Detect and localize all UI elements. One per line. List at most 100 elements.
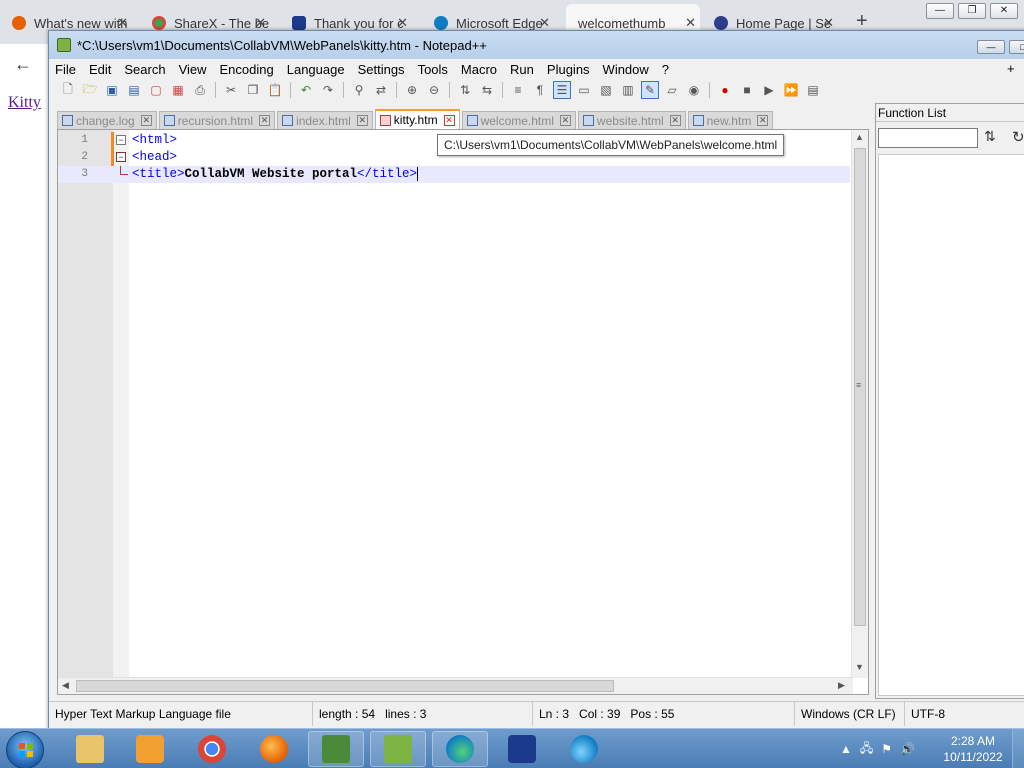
- save-all-icon[interactable]: ▤: [125, 81, 143, 99]
- copy-icon[interactable]: ❐: [244, 81, 262, 99]
- sort-icon[interactable]: ⇅: [984, 128, 996, 145]
- new-file-icon[interactable]: 🗋: [59, 81, 77, 99]
- undo-icon[interactable]: ↶: [297, 81, 315, 99]
- print-icon[interactable]: ⎙: [191, 81, 209, 99]
- save-macro-icon[interactable]: ▤: [804, 81, 822, 99]
- document-map-icon[interactable]: ▧: [597, 81, 615, 99]
- add-icon[interactable]: +: [1007, 61, 1015, 76]
- scroll-right-icon[interactable]: ▶: [838, 680, 845, 691]
- show-hidden-icons-icon[interactable]: ▲: [840, 742, 852, 756]
- taskbar-media-player[interactable]: [122, 731, 178, 767]
- system-clock[interactable]: 2:28 AM 10/11/2022: [938, 733, 1008, 765]
- doc-tab[interactable]: website.html ✕: [577, 111, 686, 129]
- scroll-up-icon[interactable]: ▲: [855, 132, 864, 142]
- find-icon[interactable]: ⚲: [350, 81, 368, 99]
- redo-icon[interactable]: ↷: [319, 81, 337, 99]
- window-title-bar[interactable]: *C:\Users\vm1\Documents\CollabVM\WebPane…: [49, 31, 1024, 59]
- cut-icon[interactable]: ✂: [222, 81, 240, 99]
- minimize-button[interactable]: —: [926, 3, 954, 19]
- menu-language[interactable]: Language: [287, 62, 345, 77]
- menu-file[interactable]: File: [55, 62, 76, 77]
- function-list-tree[interactable]: [878, 154, 1024, 696]
- volume-icon[interactable]: 🔊: [900, 742, 915, 756]
- doc-tab[interactable]: recursion.html ✕: [158, 111, 276, 129]
- scroll-down-icon[interactable]: ▼: [855, 662, 864, 672]
- folder-icon[interactable]: ▱: [663, 81, 681, 99]
- close-tab-icon[interactable]: ✕: [669, 115, 681, 126]
- replace-icon[interactable]: ⇄: [372, 81, 390, 99]
- fold-collapse-icon[interactable]: −: [116, 152, 126, 162]
- folder-as-workspace-icon[interactable]: ✎: [641, 81, 659, 99]
- paste-icon[interactable]: 📋: [266, 81, 284, 99]
- play-macro-icon[interactable]: ▶: [760, 81, 778, 99]
- close-tab-icon[interactable]: ✕: [443, 114, 455, 126]
- menu-tools[interactable]: Tools: [418, 62, 448, 77]
- taskbar-malwarebytes[interactable]: [494, 731, 550, 767]
- taskbar-edge-beta[interactable]: [556, 731, 612, 767]
- run-macro-multiple-icon[interactable]: ⏩: [782, 81, 800, 99]
- close-icon[interactable]: ✕: [685, 15, 696, 31]
- close-tab-icon[interactable]: ✕: [259, 115, 271, 126]
- menu-encoding[interactable]: Encoding: [220, 62, 274, 77]
- menu-view[interactable]: View: [179, 62, 207, 77]
- close-icon[interactable]: ✕: [117, 15, 128, 31]
- fold-collapse-icon[interactable]: −: [116, 135, 126, 145]
- define-language-icon[interactable]: ▭: [575, 81, 593, 99]
- status-encoding[interactable]: UTF-8: [905, 702, 1024, 726]
- doc-tab[interactable]: index.html ✕: [277, 111, 373, 129]
- word-wrap-icon[interactable]: ≡: [509, 81, 527, 99]
- close-icon[interactable]: ✕: [255, 15, 266, 31]
- close-all-icon[interactable]: ▦: [169, 81, 187, 99]
- taskbar-notepad-plus-plus[interactable]: [370, 731, 426, 767]
- reload-icon[interactable]: ↻: [1012, 128, 1024, 146]
- zoom-out-icon[interactable]: ⊖: [425, 81, 443, 99]
- sync-horizontal-icon[interactable]: ⇆: [478, 81, 496, 99]
- minimize-button[interactable]: —: [977, 40, 1005, 54]
- record-macro-icon[interactable]: ●: [716, 81, 734, 99]
- menu-search[interactable]: Search: [124, 62, 165, 77]
- horizontal-scrollbar[interactable]: ◀ ▶: [58, 677, 853, 694]
- menu-run[interactable]: Run: [510, 62, 534, 77]
- network-icon[interactable]: 🖧: [860, 739, 873, 760]
- back-arrow-icon[interactable]: ←: [14, 54, 32, 75]
- close-icon[interactable]: ✕: [397, 15, 408, 31]
- show-all-chars-icon[interactable]: ¶: [531, 81, 549, 99]
- menu-edit[interactable]: Edit: [89, 62, 111, 77]
- scroll-thumb[interactable]: [76, 680, 614, 692]
- code-line-current[interactable]: 3 <title>CollabVM Website portal</title>: [58, 166, 850, 183]
- taskbar-edge[interactable]: [432, 731, 488, 767]
- close-button[interactable]: ✕: [990, 3, 1018, 19]
- taskbar-firefox[interactable]: [246, 731, 302, 767]
- action-center-flag-icon[interactable]: ⚑: [881, 742, 892, 756]
- close-icon[interactable]: ✕: [823, 15, 834, 31]
- show-desktop-button[interactable]: [1012, 729, 1024, 768]
- open-file-icon[interactable]: 🗁: [81, 81, 99, 99]
- menu-settings[interactable]: Settings: [358, 62, 405, 77]
- close-tab-icon[interactable]: ✕: [140, 115, 152, 126]
- taskbar-chrome[interactable]: [184, 731, 240, 767]
- doc-tab[interactable]: new.htm ✕: [687, 111, 774, 129]
- close-tab-icon[interactable]: ✕: [356, 115, 368, 126]
- scroll-left-icon[interactable]: ◀: [62, 680, 69, 691]
- menu-window[interactable]: Window: [603, 62, 649, 77]
- doc-tab-active[interactable]: kitty.htm ✕: [374, 109, 460, 129]
- zoom-in-icon[interactable]: ⊕: [403, 81, 421, 99]
- sync-vertical-icon[interactable]: ⇅: [456, 81, 474, 99]
- taskbar-explorer[interactable]: [62, 731, 118, 767]
- taskbar-remote-desktop[interactable]: [308, 731, 364, 767]
- doc-tab[interactable]: welcome.html ✕: [461, 111, 576, 129]
- doc-tab[interactable]: change.log ✕: [57, 111, 157, 129]
- monitoring-icon[interactable]: ◉: [685, 81, 703, 99]
- close-tab-icon[interactable]: ✕: [757, 115, 769, 126]
- start-button[interactable]: [6, 731, 44, 768]
- function-search-input[interactable]: [878, 128, 978, 148]
- menu-plugins[interactable]: Plugins: [547, 62, 590, 77]
- save-icon[interactable]: ▣: [103, 81, 121, 99]
- menu-help[interactable]: ?: [662, 62, 669, 77]
- status-eol[interactable]: Windows (CR LF): [795, 702, 905, 726]
- close-icon[interactable]: ✕: [539, 15, 550, 31]
- close-tab-icon[interactable]: ✕: [559, 115, 571, 126]
- page-link[interactable]: Kitty: [8, 94, 41, 112]
- stop-macro-icon[interactable]: ■: [738, 81, 756, 99]
- close-file-icon[interactable]: ▢: [147, 81, 165, 99]
